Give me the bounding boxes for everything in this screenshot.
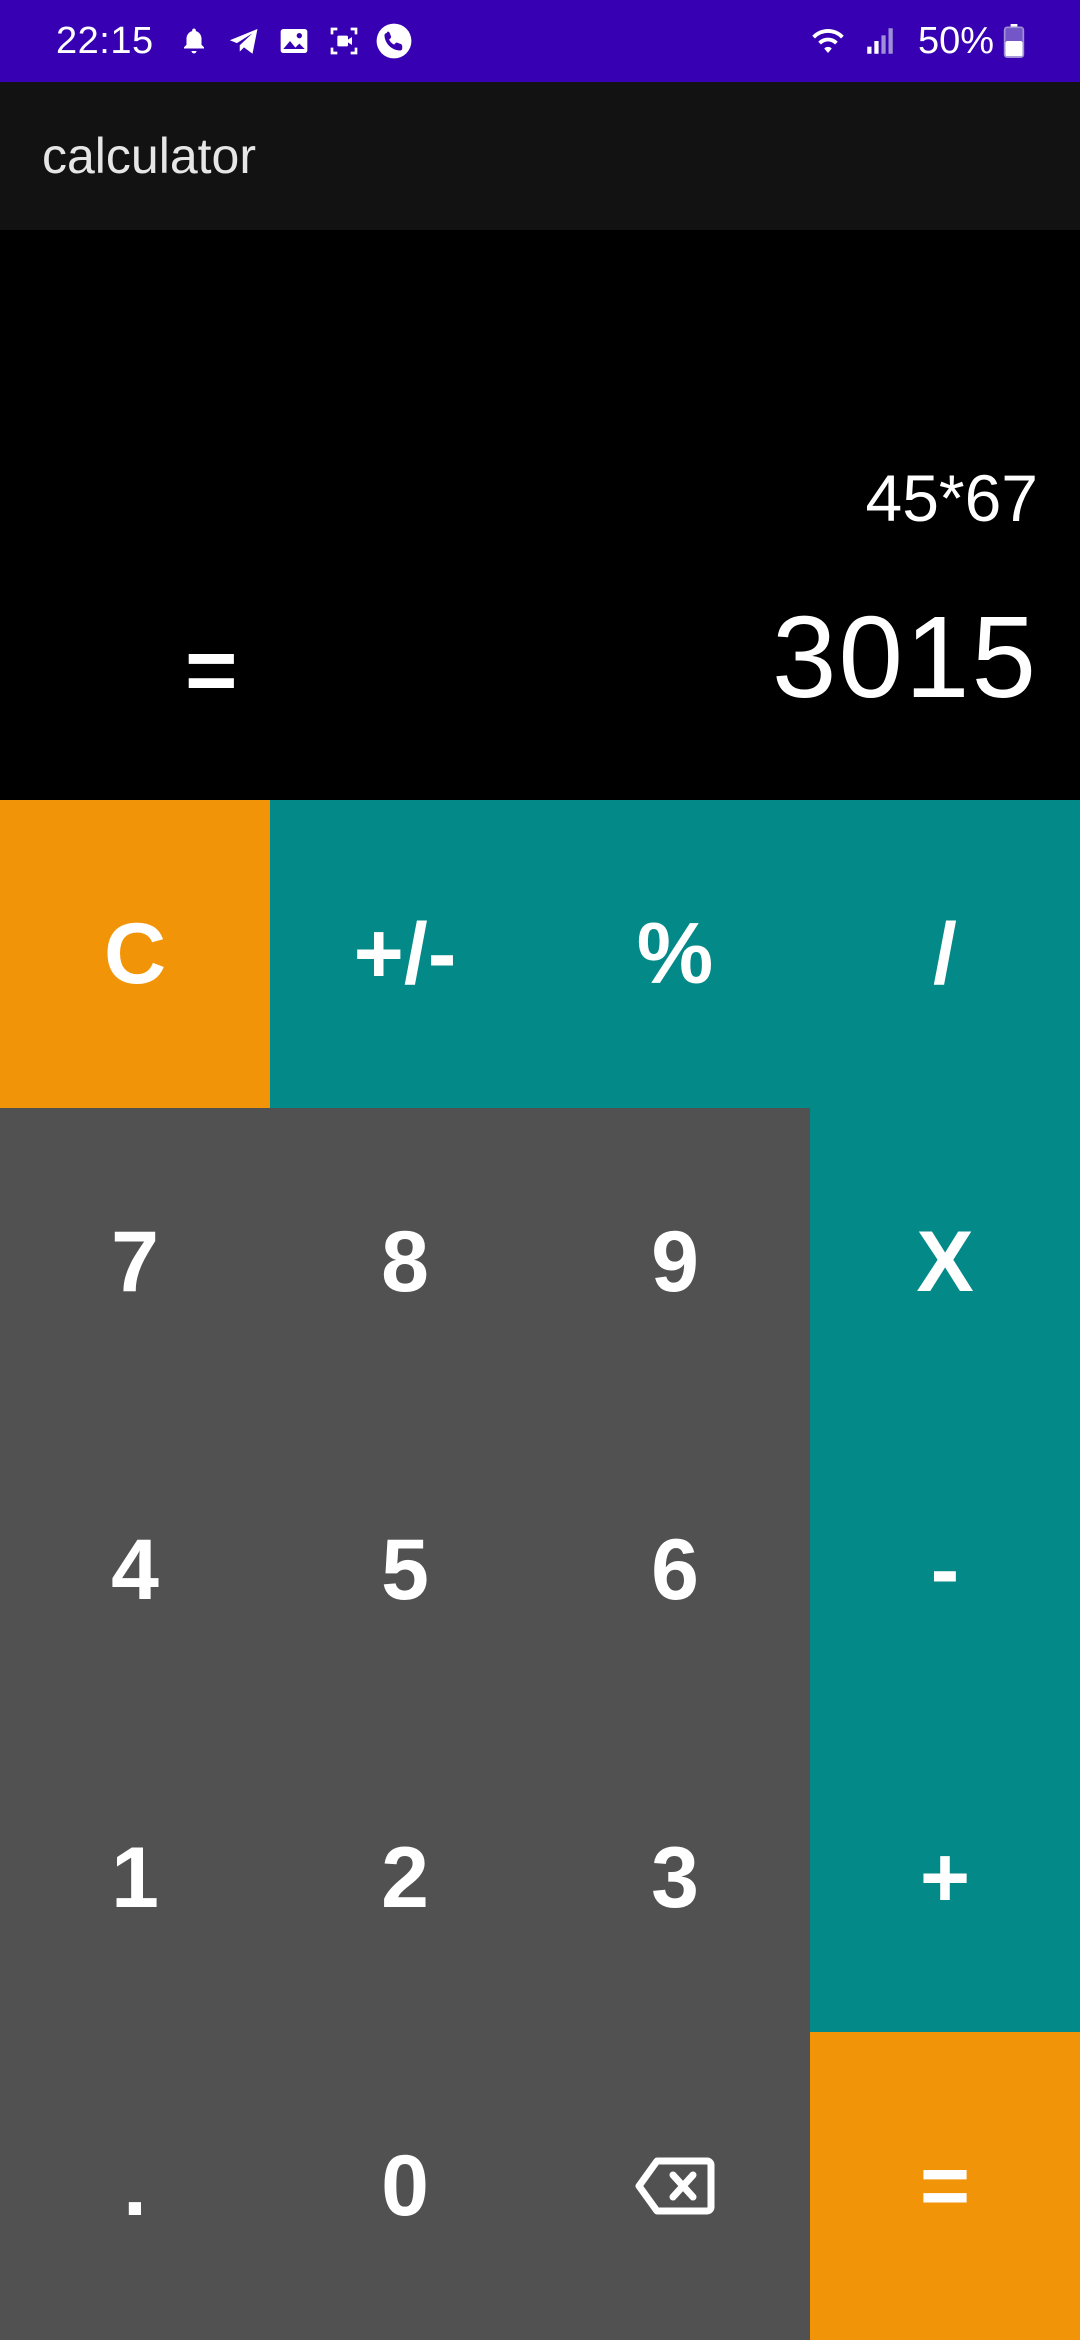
- battery-icon: [1002, 21, 1026, 61]
- gallery-icon: [274, 21, 314, 61]
- digit-0-button[interactable]: 0: [270, 2032, 540, 2340]
- app-title: calculator: [42, 128, 256, 184]
- digit-5-button[interactable]: 5: [270, 1416, 540, 1724]
- battery-percent: 50%: [917, 19, 994, 62]
- digit-6-button[interactable]: 6: [540, 1416, 810, 1724]
- result-text: 3015: [771, 592, 1038, 722]
- calculator-display: 45*67 = 3015: [0, 230, 1080, 800]
- digit-1-button[interactable]: 1: [0, 1724, 270, 2032]
- multiply-button[interactable]: X: [810, 1108, 1080, 1416]
- expression-text: 45*67: [865, 461, 1038, 535]
- clear-button[interactable]: C: [0, 800, 270, 1108]
- screen-record-icon: [324, 21, 364, 61]
- wifi-icon: [806, 21, 850, 61]
- percent-button[interactable]: %: [540, 800, 810, 1108]
- equals-button[interactable]: =: [810, 2032, 1080, 2340]
- app-bar: calculator: [0, 82, 1080, 230]
- status-time: 22:15: [56, 19, 154, 62]
- digit-2-button[interactable]: 2: [270, 1724, 540, 2032]
- notification-bell-icon: [174, 21, 214, 61]
- keypad: C +/- % / 7 8 9 X 4 5 6 - 1 2 3 + . 0 =: [0, 800, 1080, 2340]
- status-left: 22:15: [56, 20, 424, 63]
- digit-9-button[interactable]: 9: [540, 1108, 810, 1416]
- backspace-icon: [635, 2157, 715, 2215]
- status-right: 50%: [806, 20, 1026, 63]
- telegram-icon: [224, 21, 264, 61]
- digit-8-button[interactable]: 8: [270, 1108, 540, 1416]
- digit-3-button[interactable]: 3: [540, 1724, 810, 2032]
- digit-7-button[interactable]: 7: [0, 1108, 270, 1416]
- backspace-button[interactable]: [540, 2032, 810, 2340]
- signal-icon: [860, 21, 900, 61]
- result-equals-sign: =: [185, 621, 238, 721]
- decimal-point-button[interactable]: .: [0, 2032, 270, 2340]
- divide-button[interactable]: /: [810, 800, 1080, 1108]
- add-button[interactable]: +: [810, 1724, 1080, 2032]
- subtract-button[interactable]: -: [810, 1416, 1080, 1724]
- phone-call-icon: [374, 21, 414, 61]
- plus-minus-button[interactable]: +/-: [270, 800, 540, 1108]
- status-bar: 22:15 50%: [0, 0, 1080, 82]
- digit-4-button[interactable]: 4: [0, 1416, 270, 1724]
